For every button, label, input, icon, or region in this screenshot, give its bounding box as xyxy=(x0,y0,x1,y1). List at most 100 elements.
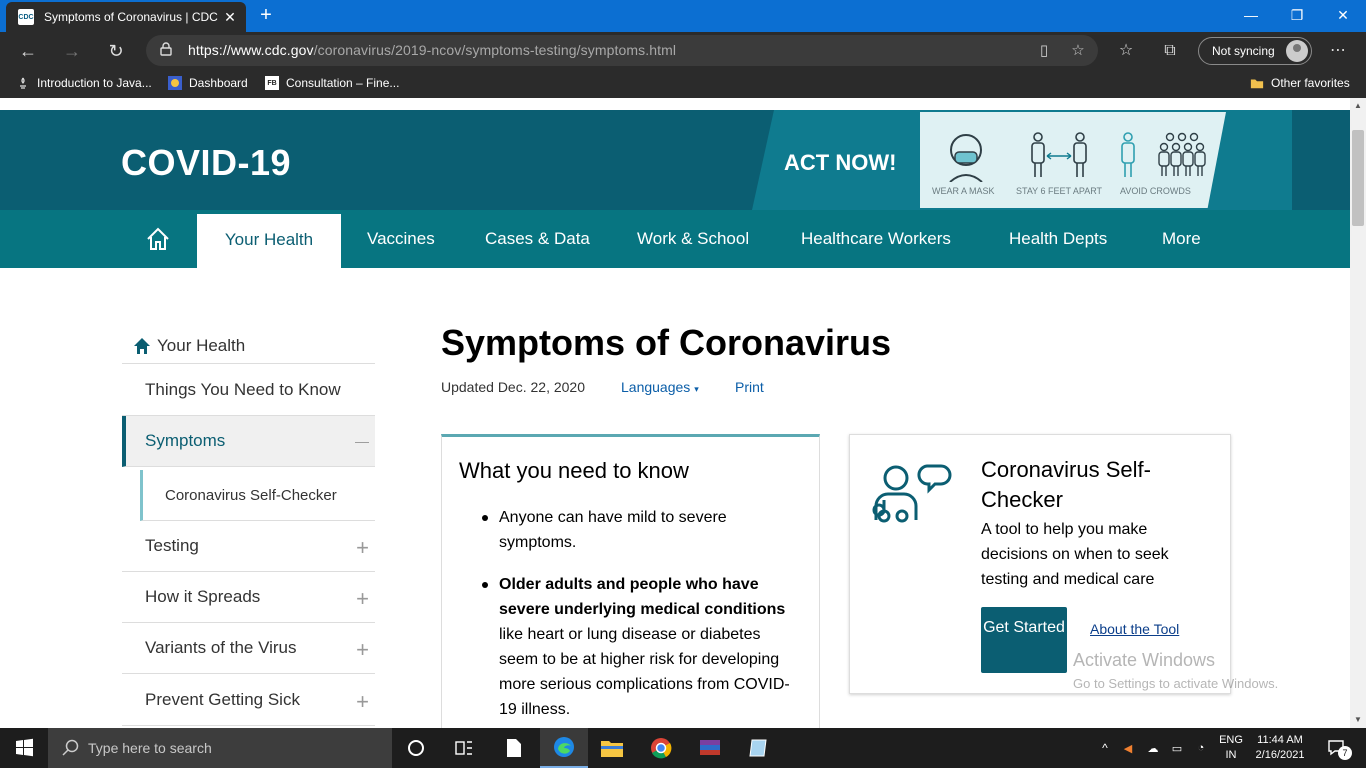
refresh-button[interactable]: ↻ xyxy=(103,39,129,63)
new-tab-button[interactable]: + xyxy=(254,4,278,28)
profile-sync-button[interactable]: Not syncing xyxy=(1198,37,1312,65)
six-feet-apart-icon xyxy=(1031,132,1087,177)
self-checker-title: Coronavirus Self-Checker xyxy=(981,457,1151,512)
start-button[interactable] xyxy=(0,728,48,768)
act-now-graphic[interactable]: WEAR A MASK STAY 6 FEET APART AVOID CROW… xyxy=(920,112,1226,208)
collections-icon[interactable]: ⧉ xyxy=(1158,40,1182,64)
notification-center-icon[interactable]: 7 xyxy=(1318,728,1358,768)
lang-bottom: IN xyxy=(1225,749,1237,761)
nav-vaccines[interactable]: Vaccines xyxy=(367,210,435,268)
sidebar-item-label: Testing xyxy=(145,536,199,555)
url-host: https://www.cdc.gov xyxy=(188,42,314,58)
chrome-icon[interactable] xyxy=(637,728,685,768)
bookmark-item[interactable]: Introduction to Java... xyxy=(16,76,152,90)
scroll-down-icon[interactable]: ▼ xyxy=(1350,712,1366,728)
act-now-label[interactable]: ACT NOW! xyxy=(784,150,896,176)
winrar-icon[interactable] xyxy=(686,728,734,768)
sidebar-subitem-self-checker[interactable]: Coronavirus Self-Checker xyxy=(140,470,375,521)
avoid-crowds-icon xyxy=(1121,132,1206,177)
expand-icon[interactable]: + xyxy=(356,586,369,612)
nav-work-school[interactable]: Work & School xyxy=(637,210,749,268)
bookmark-label: Dashboard xyxy=(189,76,248,90)
nav-cases-data[interactable]: Cases & Data xyxy=(485,210,590,268)
sidebar-item-label: Things You Need to Know xyxy=(145,380,341,399)
clock[interactable]: 11:44 AM 2/16/2021 xyxy=(1250,728,1310,768)
lock-icon xyxy=(160,42,172,56)
caret-down-icon: ▾ xyxy=(694,384,699,394)
task-view-icon[interactable] xyxy=(440,728,488,768)
url-text[interactable]: https://www.cdc.gov/coronavirus/2019-nco… xyxy=(188,42,676,58)
file-explorer-icon[interactable] xyxy=(588,728,636,768)
close-tab-icon[interactable]: ✕ xyxy=(220,9,240,26)
back-button[interactable]: ← xyxy=(15,39,41,63)
home-icon[interactable] xyxy=(145,226,171,252)
nav-health-depts[interactable]: Health Depts xyxy=(1009,210,1107,268)
volume-muted-icon[interactable]: ◀ xyxy=(1118,728,1138,768)
sidebar-item-label: Symptoms xyxy=(145,431,226,450)
close-window-button[interactable]: ✕ xyxy=(1320,0,1366,32)
sidebar-item-label: Coronavirus Self-Checker xyxy=(165,486,337,504)
sidebar-item-things-to-know[interactable]: Things You Need to Know xyxy=(122,365,375,416)
scrollbar-thumb[interactable] xyxy=(1352,130,1364,226)
profile-avatar-icon xyxy=(1286,40,1308,62)
battery-icon[interactable]: ▭ xyxy=(1166,728,1188,768)
bookmark-item[interactable]: FB Consultation – Fine... xyxy=(265,76,399,90)
banner-title[interactable]: COVID-19 xyxy=(121,142,291,184)
sidebar-item-label: Variants of the Virus xyxy=(145,638,297,657)
main-nav: Your Health Vaccines Cases & Data Work &… xyxy=(0,210,1350,268)
minimize-button[interactable]: — xyxy=(1228,0,1274,32)
restore-button[interactable]: ❐ xyxy=(1274,0,1320,32)
other-favorites-label: Other favorites xyxy=(1271,76,1350,90)
address-bar[interactable]: https://www.cdc.gov/coronavirus/2019-nco… xyxy=(146,35,1098,66)
sidebar-item-prevent-sick[interactable]: Prevent Getting Sick + xyxy=(122,675,375,726)
wifi-icon[interactable]: ◔ xyxy=(1190,728,1212,768)
forward-button[interactable]: → xyxy=(59,39,85,63)
collapse-icon[interactable]: — xyxy=(355,433,369,449)
browser-tab[interactable]: CDC Symptoms of Coronavirus | CDC ✕ xyxy=(6,2,246,32)
dashboard-icon xyxy=(168,76,182,90)
nav-healthcare-workers[interactable]: Healthcare Workers xyxy=(801,210,951,268)
search-icon xyxy=(62,739,79,756)
taskbar-search-input[interactable]: Type here to search xyxy=(48,728,392,768)
page-scrollbar[interactable]: ▲ ▼ xyxy=(1350,98,1366,728)
edge-browser-icon[interactable] xyxy=(540,728,588,768)
scroll-up-icon[interactable]: ▲ xyxy=(1350,98,1366,114)
list-item: Anyone can have mild to severe symptoms. xyxy=(482,505,799,555)
sidebar-item-how-it-spreads[interactable]: How it Spreads + xyxy=(122,572,375,623)
sidebar-item-testing[interactable]: Testing + xyxy=(122,521,375,572)
fb-icon: FB xyxy=(265,76,279,90)
bookmark-label: Consultation – Fine... xyxy=(286,76,400,90)
activate-windows-subtext: Go to Settings to activate Windows. xyxy=(1073,676,1279,691)
home-icon xyxy=(134,337,150,354)
bookmark-item[interactable]: Dashboard xyxy=(168,76,248,90)
cortana-icon[interactable] xyxy=(392,728,440,768)
sidebar-heading[interactable]: Your Health xyxy=(122,328,375,364)
nav-your-health[interactable]: Your Health xyxy=(197,210,341,268)
print-link[interactable]: Print xyxy=(735,379,764,395)
bookmarks-bar: Introduction to Java... Dashboard FB Con… xyxy=(0,70,1366,98)
file-icon[interactable] xyxy=(490,728,538,768)
favorites-icon[interactable]: ☆ xyxy=(1114,40,1138,64)
reader-view-icon[interactable]: ▯ xyxy=(1034,41,1054,61)
show-hidden-icons[interactable]: ^ xyxy=(1094,728,1116,768)
nav-more[interactable]: More xyxy=(1162,210,1201,268)
sidebar-item-variants[interactable]: Variants of the Virus + xyxy=(122,623,375,674)
notepad-icon[interactable] xyxy=(735,728,783,768)
search-placeholder: Type here to search xyxy=(88,740,212,756)
sidebar-item-symptoms[interactable]: Symptoms — xyxy=(122,416,375,467)
add-favorite-icon[interactable]: ☆ xyxy=(1068,41,1088,61)
expand-icon[interactable]: + xyxy=(356,535,369,561)
need-to-know-list: Anyone can have mild to severe symptoms.… xyxy=(482,505,799,728)
settings-more-icon[interactable]: ⋯ xyxy=(1326,40,1350,64)
other-favorites[interactable]: Other favorites xyxy=(1250,76,1350,90)
get-started-button[interactable]: Get Started xyxy=(981,607,1067,673)
windows-taskbar: Type here to search ^ ◀ ☁ ▭ ◔ ENG IN 11:… xyxy=(0,728,1366,768)
language-indicator[interactable]: ENG IN xyxy=(1214,728,1248,768)
about-tool-link[interactable]: About the Tool xyxy=(1090,621,1179,637)
expand-icon[interactable]: + xyxy=(356,637,369,663)
cloud-icon[interactable]: ☁ xyxy=(1142,728,1164,768)
sidebar-heading-label: Your Health xyxy=(157,335,246,355)
sync-label: Not syncing xyxy=(1212,44,1275,58)
expand-icon[interactable]: + xyxy=(356,689,369,715)
languages-dropdown[interactable]: Languages ▾ xyxy=(621,379,699,395)
